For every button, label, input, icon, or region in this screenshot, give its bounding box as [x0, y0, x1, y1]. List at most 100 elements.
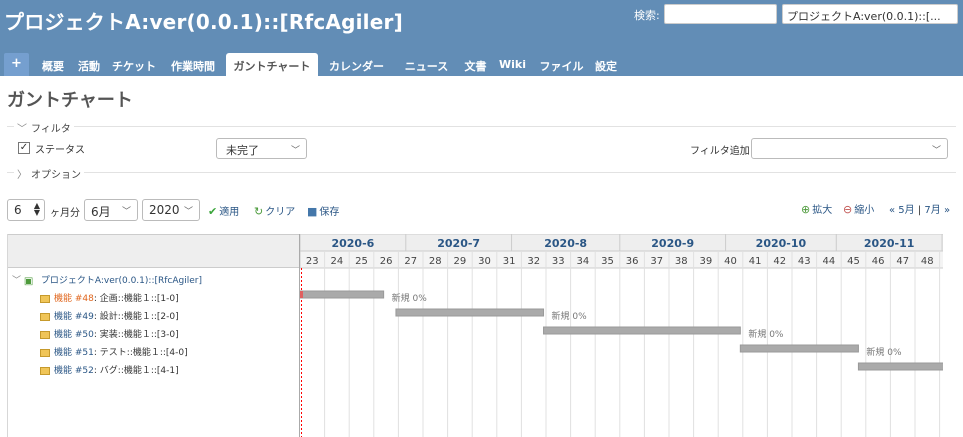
- options-toggle[interactable]: 〉オプション: [14, 166, 84, 181]
- gantt-bar: [857, 362, 943, 371]
- week-label: 46: [872, 256, 885, 267]
- gantt-project-row: ﹀ ▣ プロジェクトA:ver(0.0.1)::[RfcAgiler]: [12, 273, 202, 290]
- chevron-down-icon: ﹀: [183, 207, 193, 217]
- gantt-bar: [543, 326, 741, 335]
- month-label: 2020-7: [437, 237, 480, 250]
- week-label: 45: [847, 256, 860, 267]
- gantt-project-link[interactable]: プロジェクトA:ver(0.0.1)::[RfcAgiler]: [41, 276, 202, 286]
- clear-label: クリア: [265, 207, 296, 218]
- issue-icon: [40, 366, 50, 375]
- tab-10[interactable]: ファイル: [534, 53, 589, 76]
- gantt-bar: [300, 290, 385, 299]
- week-label: 44: [823, 256, 836, 267]
- zoom-in-button[interactable]: ⊕ 拡大: [801, 201, 832, 216]
- months-label: ヶ月分: [50, 208, 80, 219]
- tab-11[interactable]: 設定: [591, 53, 621, 76]
- tab-4[interactable]: 作業時間: [162, 53, 224, 76]
- status-operator-select[interactable]: 未完了 ﹀: [216, 138, 307, 159]
- issue-subject: : テスト::機能１::[4-0]: [93, 348, 188, 358]
- gantt-bar-label: 新規 0%: [866, 346, 902, 358]
- issue-id-link[interactable]: #52: [75, 366, 94, 376]
- status-filter-label: ステータス: [35, 145, 85, 156]
- issue-icon: [40, 330, 50, 339]
- gantt-chart-svg: 23 24 25 26 27 28 29 30 31 32 33 34 35 36 37 38 39 40 41 42…: [300, 234, 943, 437]
- options-divider: [7, 172, 956, 173]
- week-label: 40: [724, 256, 737, 267]
- chevron-down-icon: ﹀: [17, 124, 27, 135]
- month-label: 2020-10: [756, 237, 807, 250]
- issue-icon: [40, 348, 50, 357]
- week-label: 42: [773, 256, 786, 267]
- issue-tracker[interactable]: 機能: [54, 366, 72, 376]
- week-label: 35: [601, 256, 614, 267]
- tab-2[interactable]: 活動: [72, 53, 106, 76]
- filters-legend: フィルタ: [31, 124, 71, 135]
- week-label: 33: [552, 256, 565, 267]
- gantt-bar-label: 新規 0%: [552, 310, 588, 322]
- add-filter-label: フィルタ追加: [690, 146, 750, 157]
- week-label: 38: [675, 256, 688, 267]
- week-label: 23: [306, 256, 319, 267]
- tab-1[interactable]: 概要: [36, 53, 70, 76]
- issue-id-link[interactable]: #48: [75, 294, 94, 304]
- filters-toggle[interactable]: ﹀ フィルタ: [14, 120, 74, 135]
- year-select[interactable]: 2020 ﹀: [142, 199, 200, 221]
- header-bar: プロジェクトA:ver(0.0.1)::[RfcAgiler] 検索: プロジェ…: [0, 0, 963, 76]
- add-filter-select[interactable]: ﹀: [751, 138, 948, 159]
- apply-button[interactable]: ✔ 適用: [208, 203, 239, 218]
- gantt-issue-row: 機能 #49: 設計::機能１::[2-0]: [40, 309, 179, 326]
- week-label: 28: [429, 256, 442, 267]
- month-label: 2020-8: [544, 237, 587, 250]
- chevron-down-icon: ﹀: [931, 146, 941, 156]
- issue-tracker[interactable]: 機能: [54, 312, 72, 322]
- gantt-bar-label: 新規 0%: [392, 292, 428, 304]
- week-label: 31: [503, 256, 516, 267]
- gantt-issue-row: 機能 #52: バグ::機能１::[4-1]: [40, 363, 179, 380]
- issue-icon: [40, 294, 50, 303]
- gantt-subjects-header: [8, 234, 300, 268]
- week-label: 39: [700, 256, 713, 267]
- next-month-link[interactable]: 7月 »: [924, 205, 950, 216]
- week-label: 25: [355, 256, 368, 267]
- issue-tracker[interactable]: 機能: [54, 294, 72, 304]
- search-input[interactable]: [664, 4, 777, 24]
- month-value: 6月: [91, 205, 111, 219]
- issue-subject: : 企画::機能１::[1-0]: [93, 294, 179, 304]
- month-label: 2020-9: [651, 237, 694, 250]
- previous-month-link[interactable]: « 5月: [889, 205, 915, 216]
- zoom-out-button[interactable]: ⊖ 縮小: [843, 201, 874, 216]
- filters-divider: [7, 126, 956, 127]
- check-icon: ✔: [208, 205, 218, 218]
- gantt-issue-row: 機能 #51: テスト::機能１::[4-0]: [40, 345, 188, 362]
- chevron-down-icon: ﹀: [121, 207, 131, 217]
- page-title: ガントチャート: [7, 90, 133, 111]
- issue-id-link[interactable]: #49: [75, 312, 94, 322]
- issue-id-link[interactable]: #51: [75, 348, 94, 358]
- chevron-down-icon: ﹀: [290, 146, 300, 156]
- status-checkbox[interactable]: ✓: [18, 142, 30, 154]
- tab-9[interactable]: Wiki: [493, 53, 532, 76]
- week-label: 32: [527, 256, 540, 267]
- nav-separator: |: [917, 205, 922, 216]
- tab-8[interactable]: 文書: [460, 53, 491, 76]
- save-button[interactable]: ■ 保存: [307, 203, 339, 218]
- tab-7[interactable]: ニュース: [395, 53, 458, 76]
- issue-tracker[interactable]: 機能: [54, 330, 72, 340]
- expander-icon[interactable]: ﹀: [12, 276, 21, 286]
- tab-5[interactable]: ガントチャート: [226, 53, 318, 76]
- search-label: 検索:: [634, 9, 660, 22]
- week-label: 47: [896, 256, 909, 267]
- tab-3[interactable]: チケット: [108, 53, 160, 76]
- issue-id-link[interactable]: #50: [75, 330, 94, 340]
- months-stepper[interactable]: 6 ▲ ▼: [7, 199, 45, 221]
- new-object-button[interactable]: +: [4, 53, 29, 76]
- month-label: 2020-11: [864, 237, 915, 250]
- clear-button[interactable]: ↻ クリア: [254, 203, 295, 218]
- project-jump-select[interactable]: プロジェクトA:ver(0.0.1)::[...: [782, 4, 958, 24]
- month-select[interactable]: 6月 ﹀: [84, 199, 138, 221]
- project-title[interactable]: プロジェクトA:ver(0.0.1)::[RfcAgiler]: [4, 6, 403, 35]
- issue-subject: : 設計::機能１::[2-0]: [93, 312, 179, 322]
- issue-tracker[interactable]: 機能: [54, 348, 72, 358]
- tab-6[interactable]: カレンダー: [320, 53, 393, 76]
- gantt-bar: [739, 344, 859, 353]
